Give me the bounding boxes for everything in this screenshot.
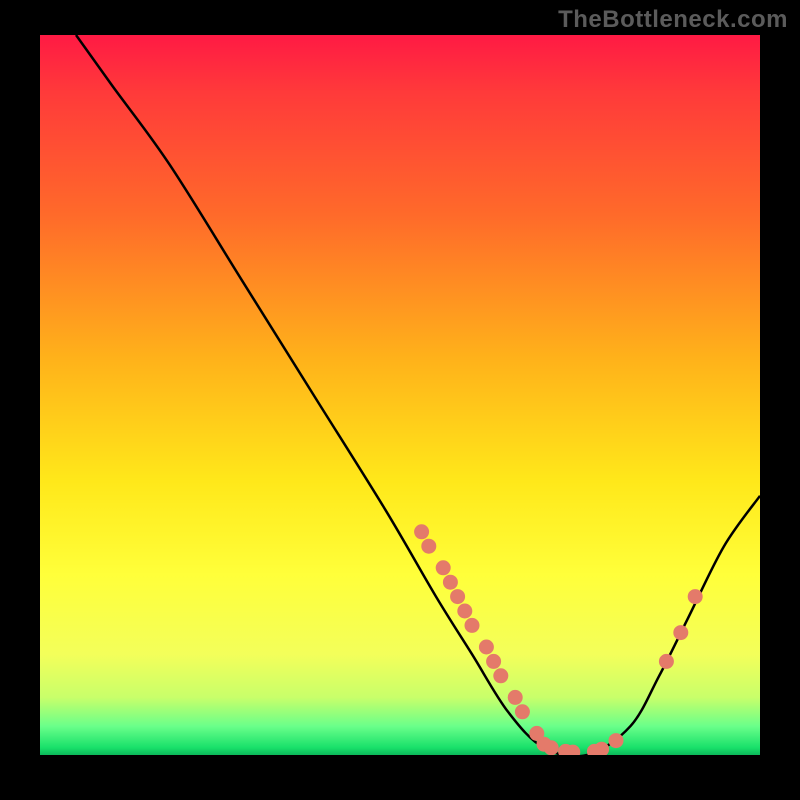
attribution-watermark: TheBottleneck.com xyxy=(558,6,788,34)
data-marker xyxy=(674,626,688,640)
chart-frame: TheBottleneck.com xyxy=(0,0,800,800)
data-marker xyxy=(544,741,558,755)
data-marker xyxy=(595,742,609,755)
data-marker xyxy=(515,705,529,719)
data-marker xyxy=(494,669,508,683)
data-marker xyxy=(465,618,479,632)
data-marker xyxy=(451,590,465,604)
data-marker xyxy=(443,575,457,589)
data-marker xyxy=(422,539,436,553)
chart-overlay xyxy=(40,35,760,755)
bottleneck-curve xyxy=(76,35,760,755)
data-marker xyxy=(659,654,673,668)
data-marker xyxy=(415,525,429,539)
data-marker xyxy=(508,690,522,704)
data-marker xyxy=(566,745,580,755)
data-marker xyxy=(688,590,702,604)
plot-area xyxy=(40,35,760,755)
data-marker xyxy=(458,604,472,618)
data-marker xyxy=(479,640,493,654)
data-marker xyxy=(609,734,623,748)
data-markers xyxy=(415,525,703,755)
data-marker xyxy=(436,561,450,575)
data-marker xyxy=(487,654,501,668)
